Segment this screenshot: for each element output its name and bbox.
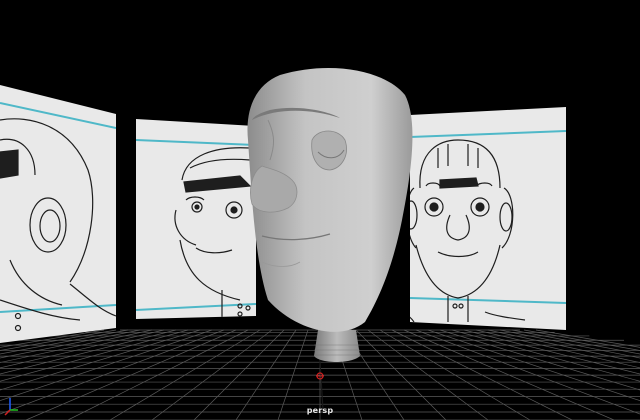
image-plane-side-view[interactable]: [0, 85, 116, 343]
maya-perspective-viewport[interactable]: persp: [0, 0, 640, 420]
camera-name-label: persp: [306, 406, 334, 415]
image-plane-front-view[interactable]: [395, 107, 566, 330]
head-model-mesh[interactable]: [247, 67, 413, 362]
image-plane-three-quarter-view[interactable]: [136, 119, 256, 319]
viewport-scene: [0, 67, 640, 420]
